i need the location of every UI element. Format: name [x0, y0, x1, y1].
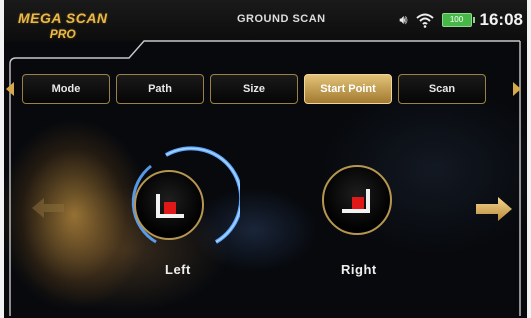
wifi-icon — [415, 13, 434, 28]
battery-indicator: 100 — [441, 13, 475, 27]
tab-mode[interactable]: Mode — [22, 74, 110, 104]
app-logo: MEGA SCAN PRO — [18, 10, 108, 43]
tabs-scroll-right-arrow[interactable] — [513, 82, 521, 96]
back-arrow-icon[interactable] — [30, 196, 66, 220]
next-arrow-icon[interactable] — [474, 196, 514, 222]
start-point-right-option[interactable] — [322, 165, 392, 235]
tab-scan[interactable]: Scan — [398, 74, 486, 104]
tabs-scroll-left-arrow[interactable] — [6, 82, 14, 96]
screen-title: GROUND SCAN — [237, 13, 326, 25]
top-status-bar: MEGA SCAN PRO GROUND SCAN 🔊︎ 100 16:08 — [4, 0, 527, 42]
tab-path[interactable]: Path — [116, 74, 204, 104]
option-label-left: Left — [165, 262, 191, 277]
device-screen: MEGA SCAN PRO GROUND SCAN 🔊︎ 100 16:08 M… — [4, 0, 527, 318]
grid-corner-left-icon — [156, 194, 184, 218]
speaker-volume-icon: 🔊︎ — [399, 12, 408, 27]
option-label-right: Right — [341, 262, 377, 277]
status-icons: 🔊︎ 100 16:08 — [399, 8, 523, 32]
start-point-left-option[interactable] — [134, 170, 204, 240]
logo-line2: PRO — [49, 27, 76, 41]
settings-tabs: Mode Path Size Start Point Scan — [22, 74, 486, 104]
grid-corner-right-icon — [342, 189, 370, 213]
clock: 16:08 — [479, 10, 523, 29]
tab-start-point[interactable]: Start Point — [304, 74, 392, 104]
logo-line1: MEGA SCAN — [18, 10, 108, 26]
tab-size[interactable]: Size — [210, 74, 298, 104]
